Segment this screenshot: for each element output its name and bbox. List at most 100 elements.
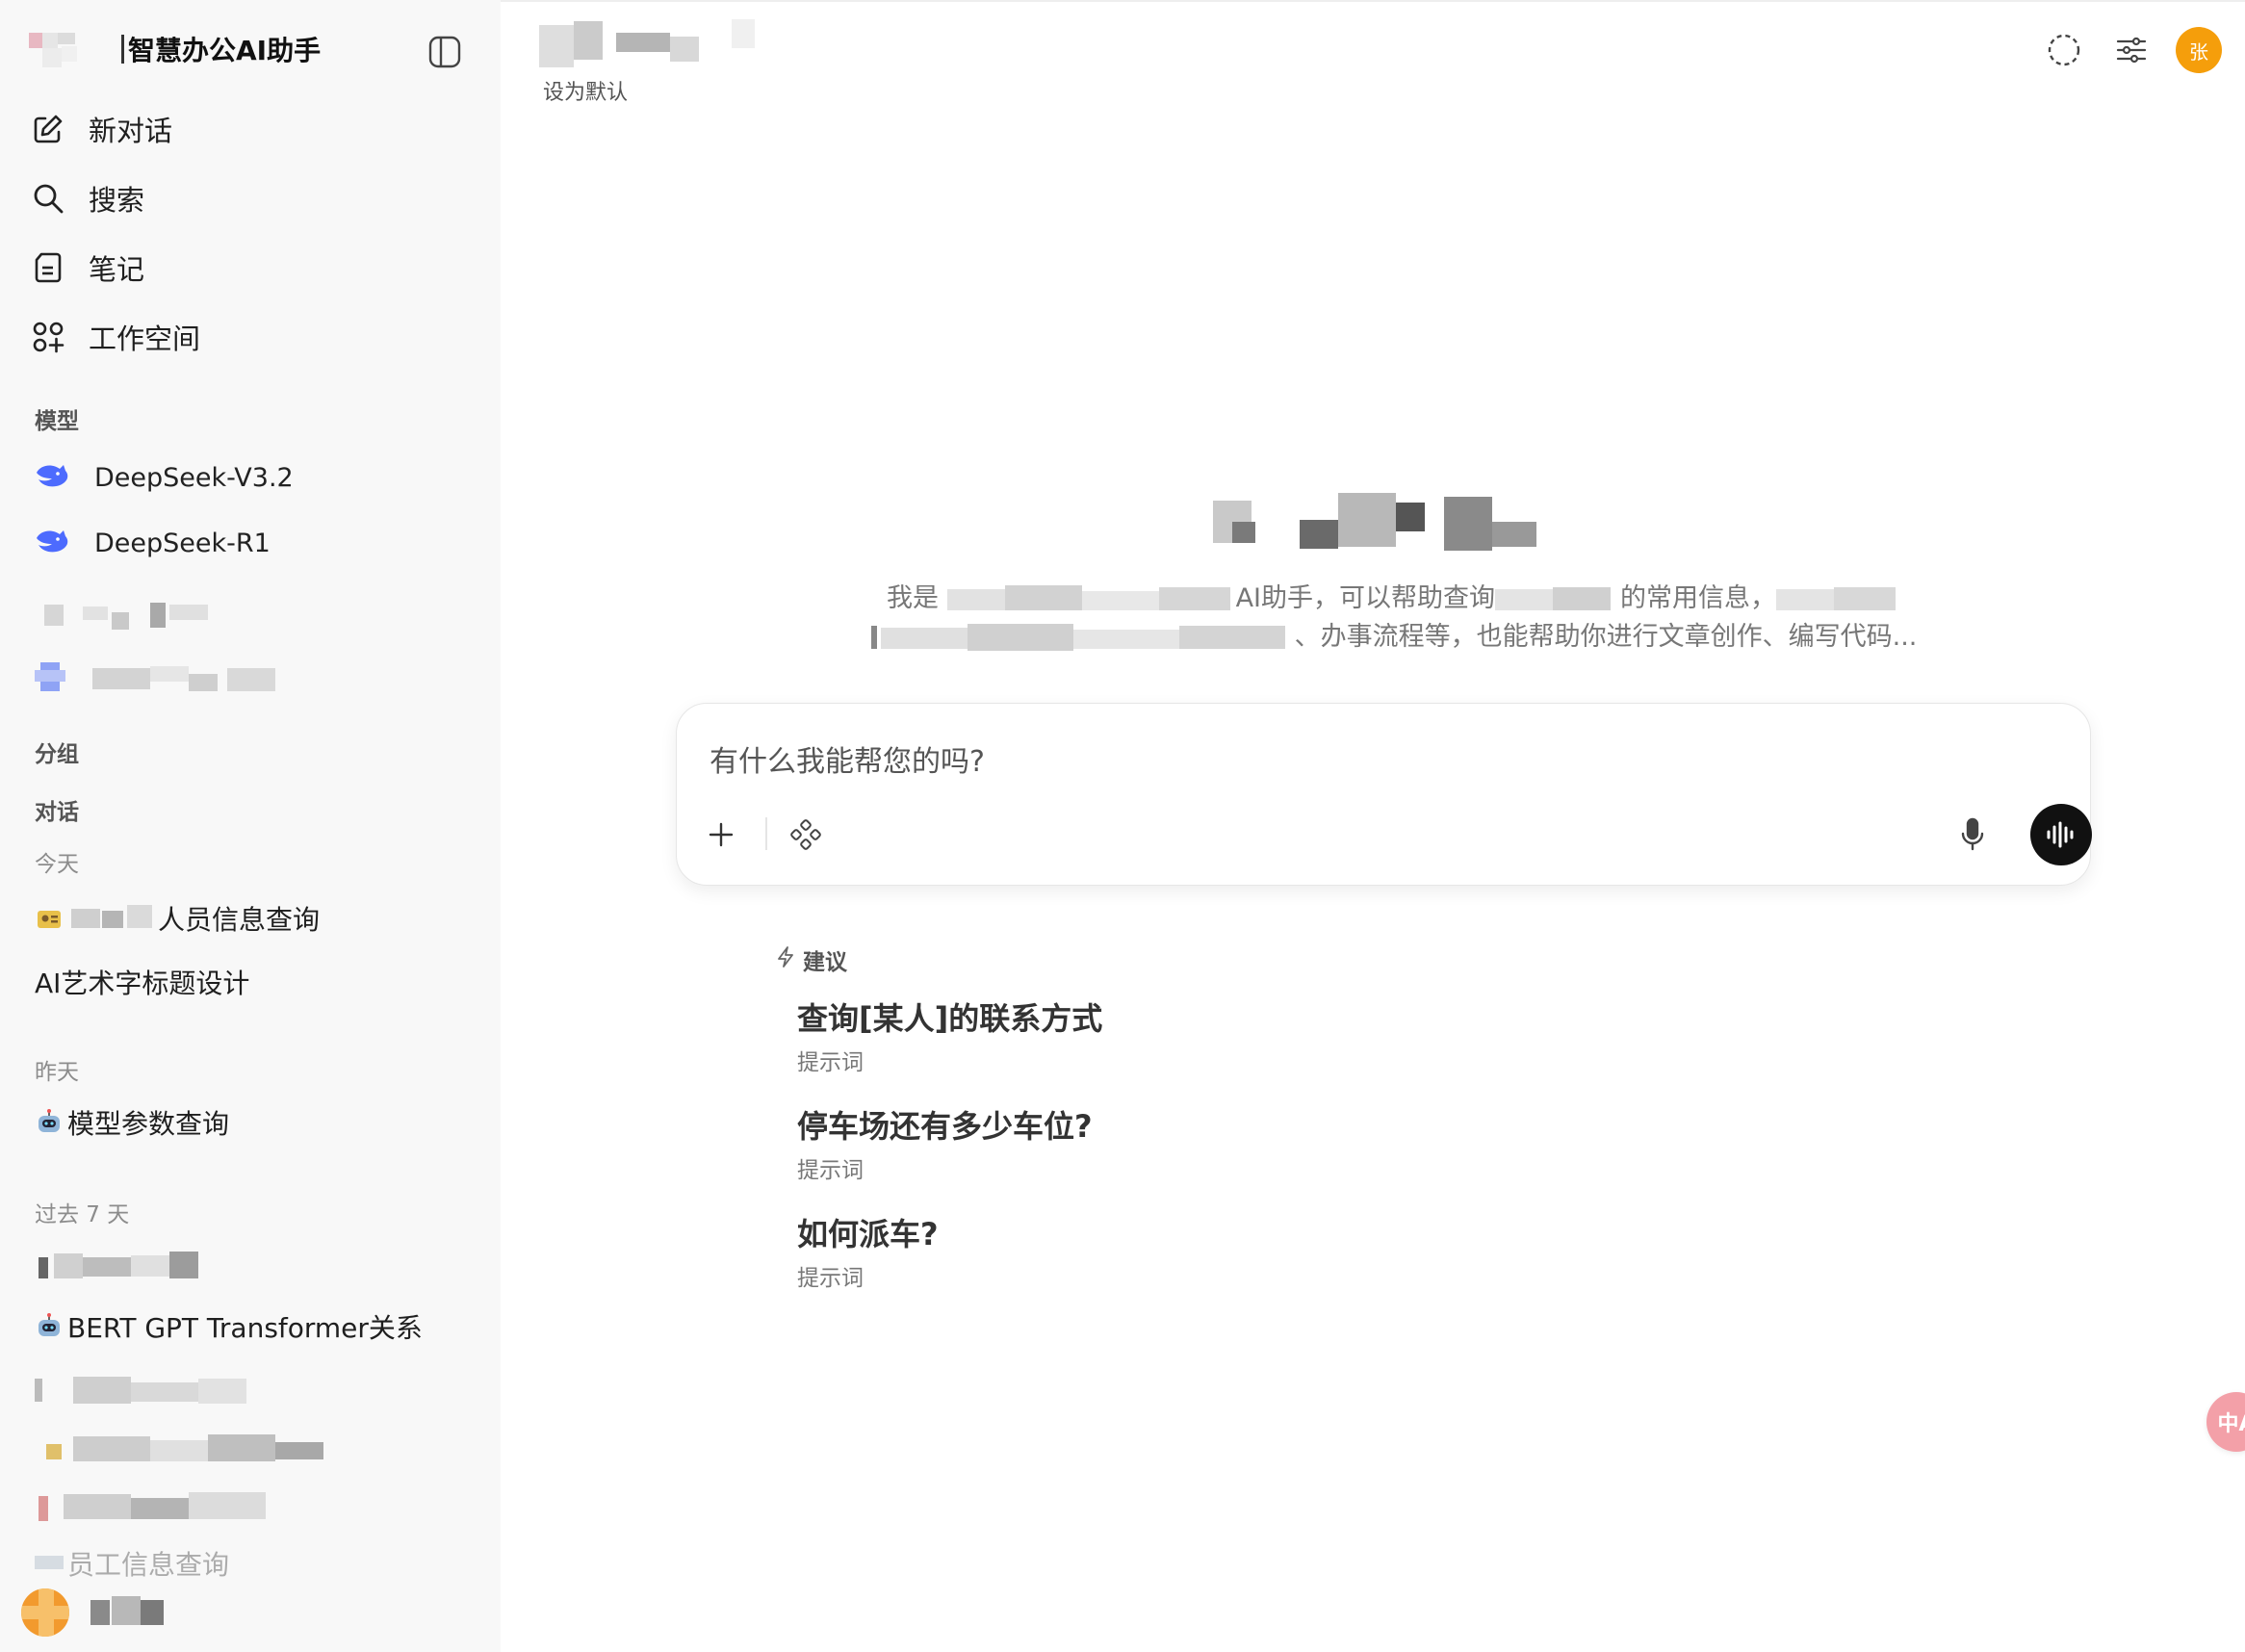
brand-divider — [121, 35, 124, 64]
model-label: DeepSeek-V3.2 — [94, 462, 294, 493]
chat-title: 模型参数查询 — [67, 1108, 230, 1140]
suggestion-title: 如何派车? — [797, 1216, 939, 1252]
model-item-deepseek-v3[interactable]: DeepSeek-V3.2 — [35, 452, 294, 503]
yesterday-heading: 昨天 — [35, 1060, 79, 1085]
workspace-icon — [29, 318, 67, 356]
chat-title: BERT GPT Transformer关系 — [67, 1312, 423, 1344]
new-chat-button[interactable]: 新对话 — [29, 102, 472, 156]
suggestion-item[interactable]: 停车场还有多少车位? 提示词 — [797, 1105, 1375, 1184]
redacted-block — [90, 1596, 168, 1631]
redacted-block — [946, 584, 1236, 614]
models-heading: 模型 — [35, 409, 79, 434]
app-title: 智慧办公AI助手 — [128, 35, 322, 66]
nav-label: 新对话 — [89, 115, 173, 147]
waveform-icon — [2047, 821, 2074, 848]
groups-heading: 分组 — [35, 742, 79, 767]
translate-button[interactable]: 中A — [2206, 1392, 2245, 1452]
add-attachment-icon[interactable] — [698, 812, 744, 858]
chat-input[interactable] — [710, 740, 1961, 783]
past-7-days-heading: 过去 7 天 — [35, 1202, 130, 1227]
voice-mode-button[interactable] — [2030, 804, 2092, 865]
redacted-block — [1495, 585, 1620, 614]
chat-composer — [676, 703, 2092, 886]
chat-title: AI艺术字标题设计 — [35, 968, 250, 999]
redacted-block — [35, 660, 285, 695]
model-label: DeepSeek-R1 — [94, 528, 271, 558]
suggestion-title: 停车场还有多少车位? — [797, 1108, 1093, 1145]
nav-label: 工作空间 — [89, 323, 201, 355]
redacted-block — [35, 1488, 304, 1523]
chat-title: 人员信息查询 — [158, 904, 321, 936]
chat-item[interactable]: 模型参数查询 — [35, 1097, 229, 1148]
notes-button[interactable]: 笔记 — [29, 241, 472, 295]
user-avatar[interactable]: 张 — [2176, 27, 2222, 73]
main-area: 设为默认 张 我是 AI助手，可以帮助查询 的常用信息， 、办事流程等，也能帮助… — [501, 0, 2245, 1652]
user-profile-button[interactable] — [21, 1583, 175, 1637]
search-button[interactable]: 搜索 — [29, 171, 472, 225]
welcome-text: 的常用信息， — [1620, 583, 1777, 613]
chat-item[interactable]: 员工信息查询 — [35, 1538, 229, 1588]
workspace-button[interactable]: 工作空间 — [29, 310, 472, 364]
nav-label: 搜索 — [89, 184, 145, 217]
suggestion-subtitle: 提示词 — [797, 1266, 864, 1291]
suggestions-heading: 建议 — [776, 943, 847, 976]
chat-item-redacted[interactable] — [35, 1481, 304, 1531]
suggestion-item[interactable]: 如何派车? 提示词 — [797, 1213, 1375, 1292]
brand[interactable]: 智慧办公AI助手 — [29, 25, 321, 73]
user-card-icon — [35, 904, 64, 933]
header-actions: 张 — [2020, 27, 2222, 73]
search-icon — [29, 179, 67, 218]
app-logo — [29, 25, 92, 73]
redacted-block — [35, 1373, 266, 1407]
welcome-description: 我是 AI助手，可以帮助查询 的常用信息， 、办事流程等，也能帮助你进行文章创作… — [845, 580, 1943, 657]
redacted-block — [71, 901, 158, 936]
model-item-deepseek-r1[interactable]: DeepSeek-R1 — [35, 518, 271, 568]
set-default-link[interactable]: 设为默认 — [543, 75, 628, 106]
suggestion-title: 查询[某人]的联系方式 — [797, 1000, 1103, 1037]
tools-icon[interactable] — [783, 812, 829, 858]
chat-item-redacted[interactable] — [35, 1365, 266, 1415]
redacted-block — [539, 19, 770, 69]
suggestion-subtitle: 提示词 — [797, 1158, 864, 1183]
welcome-title-redacted — [1213, 493, 1540, 560]
redacted-block — [35, 597, 218, 632]
robot-icon — [35, 1108, 64, 1137]
translate-icon: 中A — [2217, 1412, 2245, 1436]
redacted-block — [1213, 493, 1540, 560]
nav-label: 笔记 — [89, 253, 145, 286]
lightning-icon — [776, 946, 795, 973]
redacted-block — [35, 1546, 67, 1581]
suggestion-item[interactable]: 查询[某人]的联系方式 提示词 — [797, 997, 1375, 1076]
welcome-text: AI助手，可以帮助查询 — [1235, 583, 1496, 613]
redacted-block — [1776, 585, 1901, 614]
chat-item[interactable]: AI艺术字标题设计 — [35, 957, 249, 1007]
chat-item[interactable]: BERT GPT Transformer关系 — [35, 1302, 423, 1352]
temporary-chat-icon[interactable] — [2041, 27, 2087, 73]
chat-title: 员工信息查询 — [67, 1549, 230, 1581]
microphone-icon[interactable] — [1949, 812, 1996, 858]
robot-icon — [35, 1312, 64, 1341]
user-avatar — [21, 1588, 69, 1637]
chat-item[interactable]: 人员信息查询 — [35, 893, 320, 943]
chat-item-redacted[interactable] — [35, 1240, 208, 1290]
sidebar-toggle-icon[interactable] — [427, 35, 462, 69]
model-item-redacted[interactable] — [35, 589, 218, 639]
model-selector[interactable] — [539, 19, 770, 69]
model-item-redacted[interactable] — [35, 653, 285, 703]
composer-divider — [765, 817, 767, 850]
redacted-block — [870, 623, 1295, 653]
suggestion-subtitle: 提示词 — [797, 1050, 864, 1075]
welcome-text: 我是 — [886, 583, 939, 613]
redacted-block — [35, 1431, 333, 1465]
welcome-text: 、办事流程等，也能帮助你进行文章创作、编写代码... — [1294, 622, 1918, 652]
settings-sliders-icon[interactable] — [2108, 27, 2155, 73]
edit-icon — [29, 110, 67, 148]
app-window: 智慧办公AI助手 新对话 搜索 笔记 工作空间 模型 DeepSeek-V3.2… — [0, 0, 2245, 1652]
chats-heading: 对话 — [35, 800, 79, 825]
whale-icon — [35, 461, 69, 494]
note-icon — [29, 248, 67, 287]
today-heading: 今天 — [35, 852, 79, 877]
sidebar: 智慧办公AI助手 新对话 搜索 笔记 工作空间 模型 DeepSeek-V3.2… — [0, 0, 501, 1652]
whale-icon — [35, 527, 69, 559]
chat-item-redacted[interactable] — [35, 1423, 333, 1473]
